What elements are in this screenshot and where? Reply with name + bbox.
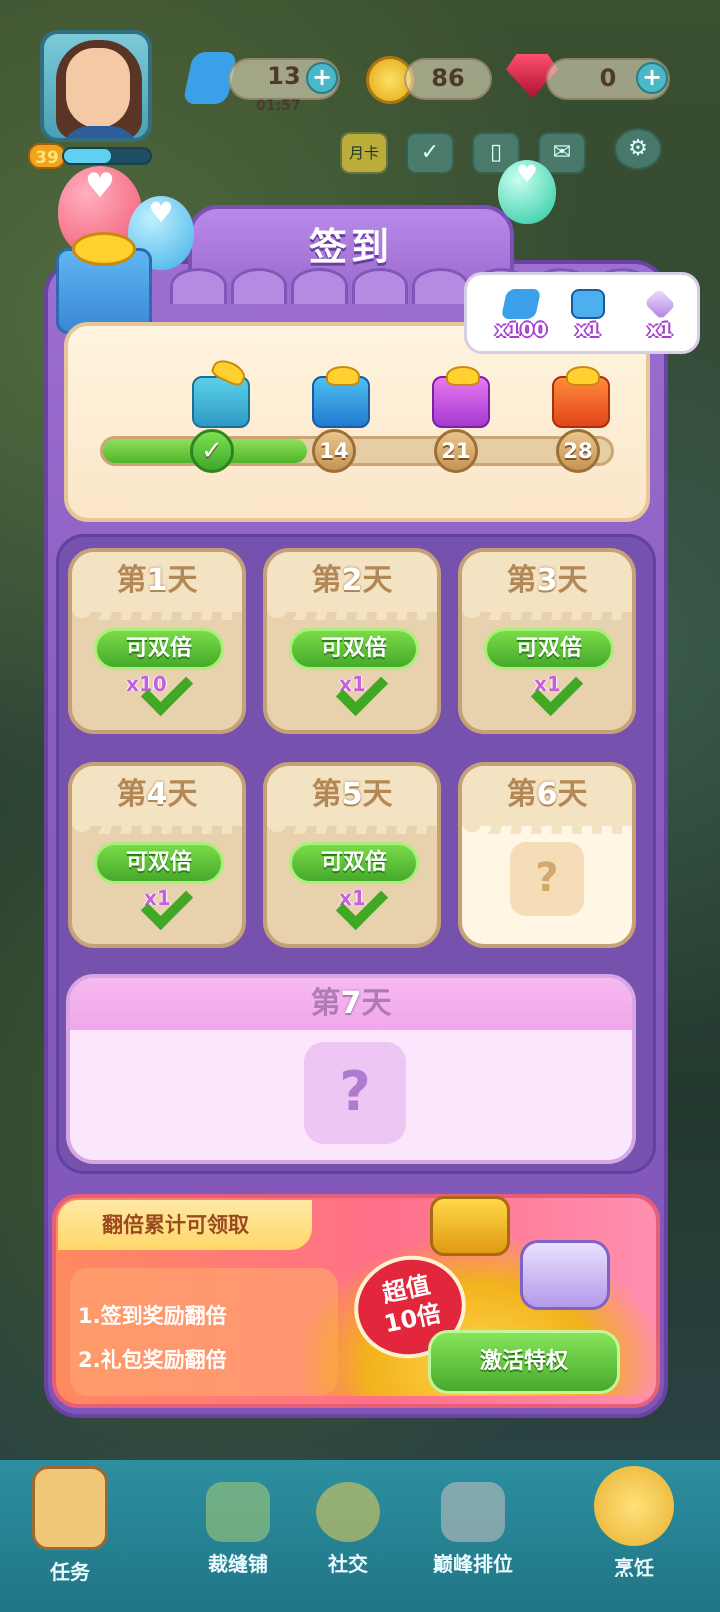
activate-privilege-button[interactable]: 激活特权 [428, 1330, 620, 1394]
benefit-line: 2.礼包奖励翻倍 [78, 1348, 227, 1372]
day-card[interactable]: 第4天 可双倍 x1 [68, 762, 246, 948]
add-gem-button[interactable]: + [636, 62, 668, 94]
blue-chest-icon [571, 289, 605, 319]
milestone-7-check-icon: ✓ [190, 429, 234, 473]
energy-timer: 01:57 [256, 98, 301, 114]
day-label: 第7天 [70, 978, 632, 1030]
social-duck-icon [316, 1482, 380, 1542]
milestone-node: 14 [312, 429, 356, 473]
promo-tab: 翻倍累计可领取 [58, 1200, 312, 1250]
day-label: 第5天 [267, 766, 437, 826]
gem-crown-icon [430, 1196, 510, 1256]
mystery-reward-icon: ? [304, 1042, 406, 1144]
nav-ranking[interactable]: 巅峰排位 [418, 1482, 528, 1577]
double-badge: 可双倍 [484, 628, 614, 670]
day-card[interactable]: 第1天 可双倍 x10 [68, 548, 246, 734]
promo-benefits: 1.签到奖励翻倍 2.礼包奖励翻倍 [70, 1268, 338, 1396]
double-badge: 可双倍 [94, 842, 224, 884]
tooltip-qty: x1 [647, 319, 673, 341]
mystery-reward-icon: ? [510, 842, 584, 916]
day-card[interactable]: 第2天 可双倍 x1 [263, 548, 441, 734]
double-badge: 可双倍 [289, 842, 419, 884]
reward-orange-gift-icon[interactable] [552, 366, 610, 428]
day-label: 第3天 [462, 552, 632, 612]
coin-pill: 86 [404, 58, 492, 100]
day-label: 第6天 [462, 766, 632, 826]
monthly-card-button[interactable]: 月卡 [340, 132, 388, 174]
panel-title: 签到 [308, 225, 393, 269]
milestone-node: 28 [556, 429, 600, 473]
player-avatar[interactable] [40, 30, 152, 142]
energy-bolt-icon [500, 289, 542, 319]
calendar-icon[interactable]: ✓ [406, 132, 454, 174]
reward-open-box-icon[interactable] [192, 355, 250, 428]
day-7-card[interactable]: 第7天 ? [66, 974, 636, 1164]
trophy-lock-icon [441, 1482, 505, 1542]
benefit-line: 1.签到奖励翻倍 [78, 1304, 227, 1328]
day-card[interactable]: 第6天 ? [458, 762, 636, 948]
settings-gear-icon[interactable]: ⚙ [614, 128, 662, 170]
coin-value: 86 [431, 64, 465, 92]
xp-bar [62, 147, 152, 165]
reward-purple-gift-icon[interactable] [432, 366, 490, 428]
tooltip-qty: x100 [495, 319, 547, 341]
level-badge: 39 [28, 143, 66, 169]
gem-crystal-icon [644, 288, 676, 320]
nav-tailor[interactable]: 裁缝铺 [188, 1482, 288, 1577]
add-energy-button[interactable]: + [306, 62, 338, 94]
day-label: 第1天 [72, 552, 242, 612]
nav-social[interactable]: 社交 [298, 1482, 398, 1577]
day-label: 第4天 [72, 766, 242, 826]
milestone-node: 21 [434, 429, 478, 473]
task-clipboard-icon [32, 1466, 108, 1550]
day-label: 第2天 [267, 552, 437, 612]
treasure-chest-icon [520, 1240, 610, 1310]
reward-tooltip: x100 x1 x1 [464, 272, 700, 354]
double-badge: 可双倍 [94, 628, 224, 670]
day-card[interactable]: 第3天 可双倍 x1 [458, 548, 636, 734]
sewing-icon [206, 1482, 270, 1542]
nav-cooking[interactable]: 烹饪 [584, 1466, 684, 1581]
reward-blue-gift-icon[interactable] [312, 366, 370, 428]
green-balloon-icon: ♥ [498, 160, 556, 224]
gift-bow-icon [72, 232, 136, 266]
nav-tasks[interactable]: 任务 [20, 1466, 120, 1585]
double-badge: 可双倍 [289, 628, 419, 670]
tooltip-qty: x1 [575, 319, 601, 341]
day-card[interactable]: 第5天 可双倍 x1 [263, 762, 441, 948]
cooking-pot-icon [594, 1466, 674, 1546]
